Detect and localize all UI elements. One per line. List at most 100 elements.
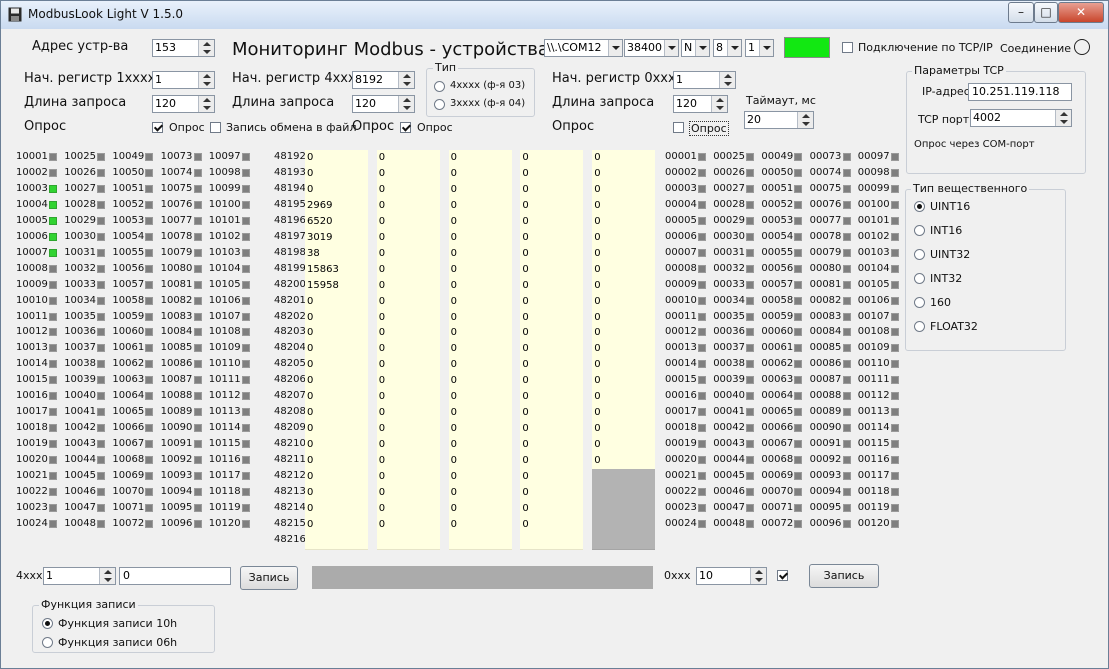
register-value-cell[interactable]: 0 — [376, 261, 440, 279]
register-value-cell[interactable]: 0 — [592, 437, 656, 455]
write-4x-address-spinner[interactable]: 1 — [43, 567, 116, 585]
spinner-arrows-icon[interactable] — [711, 96, 727, 112]
register-value-cell[interactable]: 0 — [448, 469, 512, 486]
write-0x-address-spinner[interactable]: 10 — [696, 567, 767, 585]
register-value-cell[interactable]: 0 — [448, 405, 512, 423]
register-value-cell[interactable]: 0 — [448, 500, 512, 518]
register-value-cell[interactable]: 0 — [520, 421, 584, 439]
register-value-cell[interactable]: 0 — [305, 421, 368, 439]
register-value-cell[interactable]: 0 — [305, 325, 368, 343]
register-value-cell[interactable]: 0 — [305, 341, 368, 359]
register-value-cell[interactable]: 0 — [520, 500, 584, 518]
register-value-cell[interactable]: 0 — [305, 500, 368, 518]
chevron-down-icon[interactable] — [608, 40, 622, 56]
length-4x-spinner[interactable]: 120 — [352, 95, 415, 113]
register-value-cell[interactable]: 0 — [376, 516, 440, 534]
register-value-cell[interactable]: 2969 — [305, 197, 368, 215]
spinner-arrows-icon[interactable] — [398, 96, 414, 112]
register-value-cell[interactable] — [592, 532, 656, 550]
write-4x-button[interactable]: Запись — [240, 566, 298, 590]
start-1x-spinner[interactable]: 1 — [152, 71, 215, 89]
register-value-cell[interactable]: 0 — [305, 181, 368, 199]
register-value-cell[interactable]: 0 — [448, 213, 512, 231]
register-value-cell[interactable]: 0 — [376, 357, 440, 375]
register-value-cell[interactable]: 0 — [448, 197, 512, 215]
register-value-cell[interactable] — [520, 532, 584, 550]
register-value-cell[interactable]: 0 — [305, 309, 368, 327]
register-value-cell[interactable]: 0 — [376, 341, 440, 359]
register-value-cell[interactable]: 0 — [305, 437, 368, 455]
register-value-cell[interactable] — [376, 532, 440, 550]
register-value-cell[interactable]: 0 — [376, 389, 440, 407]
register-value-cell[interactable]: 0 — [448, 437, 512, 455]
spinner-arrows-icon[interactable] — [750, 568, 766, 584]
register-value-cell[interactable]: 0 — [592, 453, 656, 471]
register-value-cell[interactable]: 0 — [520, 357, 584, 375]
timeout-spinner[interactable]: 20 — [744, 111, 814, 129]
register-value-cell[interactable]: 0 — [448, 484, 512, 502]
register-value-cell[interactable]: 0 — [592, 150, 656, 167]
register-value-cell[interactable]: 0 — [520, 373, 584, 391]
spinner-arrows-icon[interactable] — [797, 112, 813, 128]
log-to-file-checkbox[interactable] — [210, 122, 221, 133]
spinner-arrows-icon[interactable] — [198, 96, 214, 112]
register-value-cell[interactable]: 0 — [520, 277, 584, 295]
register-value-cell[interactable]: 0 — [448, 453, 512, 471]
register-value-cell[interactable]: 0 — [305, 405, 368, 423]
register-value-cell[interactable] — [592, 500, 656, 518]
write-function-10h-radio[interactable] — [42, 618, 53, 629]
spinner-arrows-icon[interactable] — [1055, 110, 1071, 126]
register-value-cell[interactable] — [305, 532, 368, 550]
register-value-cell[interactable]: 0 — [520, 261, 584, 279]
register-value-cell[interactable]: 15863 — [305, 261, 368, 279]
register-value-cell[interactable]: 0 — [376, 453, 440, 471]
poll-1x-checkbox[interactable] — [152, 122, 163, 133]
register-value-cell[interactable]: 0 — [520, 341, 584, 359]
register-value-cell[interactable]: 0 — [520, 484, 584, 502]
register-value-cell[interactable]: 0 — [592, 389, 656, 407]
register-value-cell[interactable]: 0 — [520, 213, 584, 231]
register-value-cell[interactable] — [592, 484, 656, 502]
register-value-cell[interactable]: 0 — [448, 389, 512, 407]
tcp-port-spinner[interactable]: 4002 — [970, 109, 1072, 127]
register-value-cell[interactable]: 0 — [448, 357, 512, 375]
real-type-radio[interactable] — [914, 297, 925, 308]
register-value-cell[interactable]: 0 — [592, 229, 656, 247]
register-value-cell[interactable] — [592, 469, 656, 486]
register-value-cell[interactable]: 0 — [448, 150, 512, 167]
start-0x-spinner[interactable]: 1 — [673, 71, 736, 89]
register-value-cell[interactable]: 0 — [305, 516, 368, 534]
register-value-cell[interactable]: 0 — [520, 453, 584, 471]
register-value-cell[interactable]: 0 — [520, 516, 584, 534]
register-value-cell[interactable]: 0 — [305, 453, 368, 471]
register-value-cell[interactable]: 0 — [305, 373, 368, 391]
real-type-radio[interactable] — [914, 225, 925, 236]
register-value-cell[interactable]: 0 — [376, 373, 440, 391]
register-value-cell[interactable]: 0 — [520, 245, 584, 263]
register-value-cell[interactable]: 0 — [376, 213, 440, 231]
register-value-cell[interactable]: 0 — [520, 437, 584, 455]
chevron-down-icon[interactable] — [695, 40, 709, 56]
register-value-cell[interactable]: 0 — [376, 405, 440, 423]
register-value-cell[interactable]: 0 — [376, 484, 440, 502]
write-0x-button[interactable]: Запись — [809, 564, 879, 588]
chevron-down-icon[interactable] — [759, 40, 773, 56]
register-value-cell[interactable]: 0 — [376, 309, 440, 327]
register-value-cell[interactable]: 0 — [592, 213, 656, 231]
register-value-cell[interactable]: 0 — [592, 309, 656, 327]
register-value-cell[interactable]: 0 — [592, 373, 656, 391]
register-value-cell[interactable]: 0 — [592, 165, 656, 183]
register-value-cell[interactable]: 0 — [520, 325, 584, 343]
register-value-cell[interactable]: 0 — [376, 197, 440, 215]
register-value-cell[interactable]: 0 — [448, 181, 512, 199]
register-value-cell[interactable]: 0 — [592, 357, 656, 375]
spinner-arrows-icon[interactable] — [719, 72, 735, 88]
register-value-cell[interactable]: 0 — [305, 165, 368, 183]
register-value-cell[interactable]: 0 — [520, 150, 584, 167]
register-value-cell[interactable]: 0 — [376, 325, 440, 343]
register-value-cell[interactable]: 0 — [376, 500, 440, 518]
data-bits-select[interactable]: 8 — [713, 39, 742, 57]
register-value-cell[interactable]: 0 — [376, 165, 440, 183]
register-value-cell[interactable]: 0 — [592, 293, 656, 311]
type-4x-radio[interactable] — [434, 81, 445, 92]
